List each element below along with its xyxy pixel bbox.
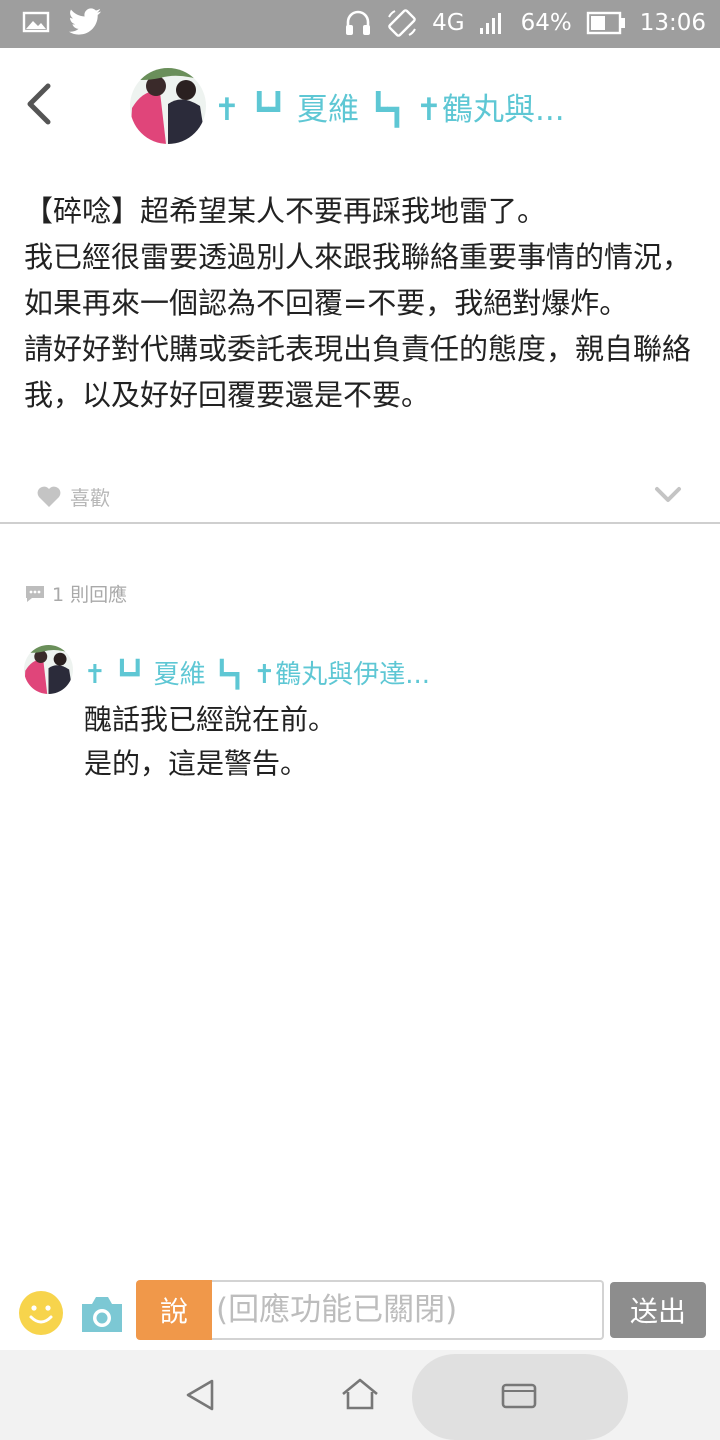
smiley-icon[interactable] bbox=[18, 1290, 64, 1336]
like-label: 喜歡 bbox=[70, 486, 110, 510]
heart-icon bbox=[37, 486, 61, 507]
status-bar: 4G 64% 13:06 bbox=[0, 0, 720, 48]
status-left-icons bbox=[22, 8, 102, 36]
reply-bar: 說 送出 bbox=[0, 1272, 720, 1350]
post-body: 【碎唸】超希望某人不要再踩我地雷了。 我已經很雷要透過別人來跟我聯絡重要事情的情… bbox=[24, 194, 692, 412]
page-title: ✝ ┗┛ 夏維 ┗┓ ✝鶴丸與... bbox=[214, 92, 565, 128]
header: ✝ ┗┛ 夏維 ┗┓ ✝鶴丸與... bbox=[0, 48, 720, 160]
network-type: 4G bbox=[432, 10, 465, 36]
navigation-bar bbox=[0, 1350, 720, 1440]
twitter-icon bbox=[68, 8, 101, 35]
chevron-down-icon[interactable] bbox=[654, 486, 682, 504]
commenter-avatar[interactable] bbox=[24, 645, 73, 694]
comment-count: 1 則回應 bbox=[24, 580, 127, 607]
comment-text: 醜話我已經說在前。 是的，這是警告。 bbox=[84, 703, 337, 780]
send-button[interactable]: 送出 bbox=[610, 1282, 706, 1338]
status-right-icons: 4G 64% 13:06 bbox=[344, 8, 706, 38]
nav-home-icon[interactable] bbox=[340, 1376, 380, 1412]
nav-back-icon[interactable] bbox=[184, 1378, 218, 1412]
signal-icon bbox=[479, 13, 501, 34]
headphones-icon bbox=[346, 10, 371, 35]
camera-icon[interactable] bbox=[78, 1292, 126, 1336]
battery-percent: 64% bbox=[520, 10, 572, 36]
image-icon bbox=[22, 11, 50, 33]
nav-recent-apps-icon[interactable] bbox=[500, 1380, 538, 1412]
reply-input[interactable] bbox=[212, 1280, 604, 1340]
say-button[interactable]: 說 bbox=[136, 1280, 212, 1340]
like-button[interactable]: 喜歡 bbox=[36, 482, 110, 511]
clock: 13:06 bbox=[639, 10, 706, 36]
commenter-name[interactable]: ✝ ┗┛ 夏維 ┗┓ ✝鶴丸與伊達... bbox=[84, 654, 534, 691]
speech-bubble-icon bbox=[26, 585, 44, 602]
rotate-icon bbox=[388, 9, 417, 37]
battery-icon bbox=[586, 11, 625, 35]
author-avatar[interactable] bbox=[130, 68, 206, 144]
comment-count-label: 1 則回應 bbox=[52, 584, 128, 606]
back-chevron-icon[interactable] bbox=[22, 82, 56, 126]
post-divider bbox=[0, 522, 720, 524]
